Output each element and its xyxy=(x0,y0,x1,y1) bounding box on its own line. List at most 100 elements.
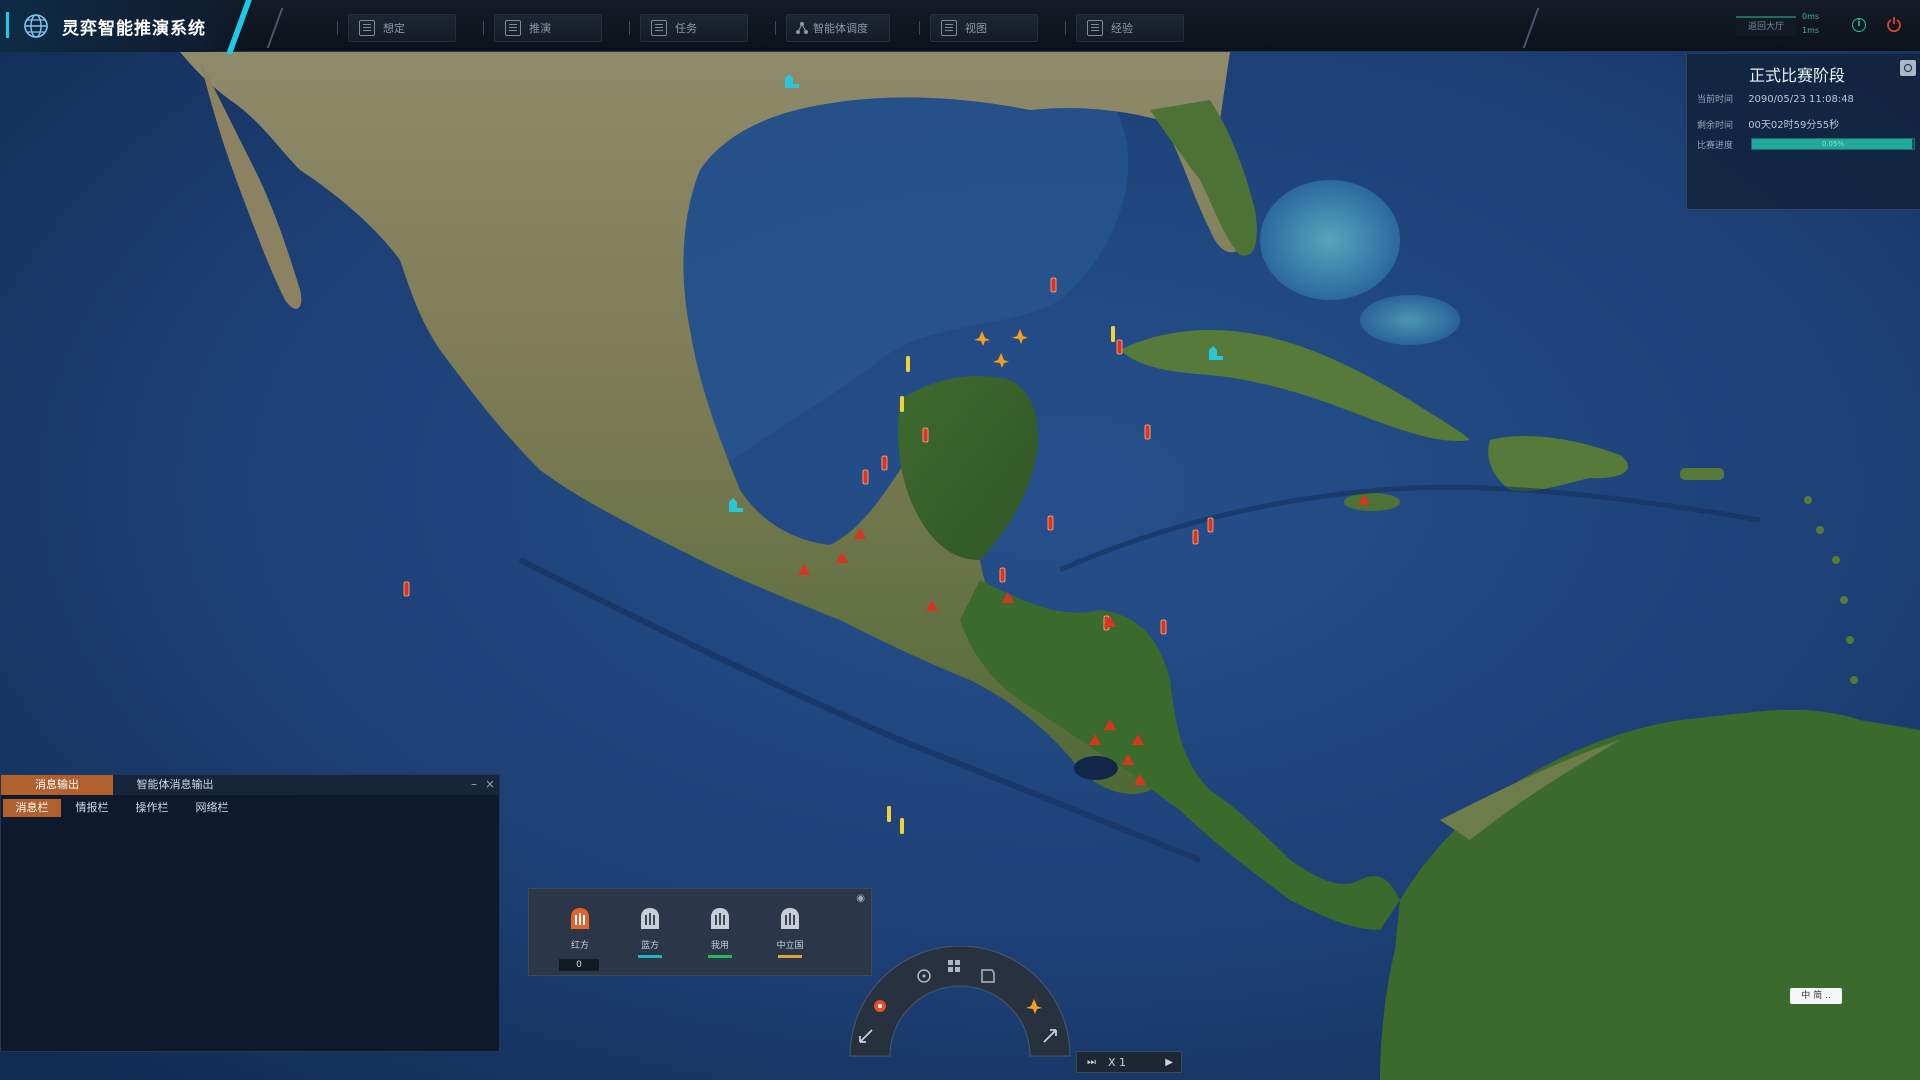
message-panel: 消息输出 智能体消息输出 – × 消息栏 情报栏 操作栏 网络栏 xyxy=(0,774,500,1052)
menu-scenario[interactable]: 想定 xyxy=(337,14,456,42)
yellow-unit-marker[interactable] xyxy=(900,818,904,834)
contest-title: 正式比赛阶段 xyxy=(1748,66,1845,85)
map-language-toggle[interactable]: 中 简 .. xyxy=(1790,988,1842,1004)
faction-neutral[interactable]: 中立国 xyxy=(765,907,815,958)
info-icon[interactable]: i xyxy=(1852,18,1866,32)
current-time-value: 2090/05/23 11:08:48 xyxy=(1748,94,1854,105)
red-faction-count: 0 xyxy=(559,959,599,971)
faction-label: 中立国 xyxy=(776,941,804,951)
contest-progress-bar: 0.05% xyxy=(1751,138,1915,150)
progress-label: 比赛进度 xyxy=(1697,141,1734,151)
red-asset-icon[interactable] xyxy=(874,1000,886,1012)
red-unit-marker[interactable] xyxy=(862,469,869,485)
ping-readout: 0ms 1ms xyxy=(1802,10,1819,38)
faction-label: 红方 xyxy=(570,941,589,951)
yellow-unit-marker[interactable] xyxy=(887,806,891,822)
menu-label: 想定 xyxy=(383,22,405,35)
red-unit-marker[interactable] xyxy=(922,427,929,443)
bahamas-shelf xyxy=(1360,295,1460,345)
yellow-unit-marker[interactable] xyxy=(1111,326,1115,342)
progress-row: 比赛进度 xyxy=(1697,138,1745,151)
faction-red[interactable]: 红方 xyxy=(555,907,605,951)
playback-speed[interactable]: X 1 xyxy=(1108,1056,1126,1069)
faction-label: 我用 xyxy=(710,941,729,951)
subtab-network-bar[interactable]: 网络栏 xyxy=(183,799,241,817)
land-jamaica xyxy=(1344,493,1400,511)
logo-accent xyxy=(6,12,9,38)
menu-agent-dispatch[interactable]: 智能体调度 xyxy=(775,14,890,42)
red-faction-icon xyxy=(571,908,589,929)
remaining-time-label: 剩余时间 xyxy=(1697,121,1734,131)
eye-icon[interactable]: ◉ xyxy=(856,893,865,904)
menu-experience[interactable]: 经验 xyxy=(1065,14,1184,42)
menu-view[interactable]: 视图 xyxy=(919,14,1038,42)
red-unit-marker[interactable] xyxy=(881,455,888,471)
ally-faction-icon xyxy=(711,908,729,929)
menu-label: 任务 xyxy=(675,22,697,35)
simulation-icon xyxy=(505,20,521,36)
top-bar: 灵弈智能推演系统 想定 推演 任务 智能体调度 视图 经验 返回大厅 0ms 1… xyxy=(0,0,1920,54)
faction-blue[interactable]: 蓝方 xyxy=(625,907,675,958)
blue-faction-icon xyxy=(641,908,659,929)
power-icon[interactable] xyxy=(1886,16,1902,32)
yellow-unit-marker[interactable] xyxy=(900,396,904,412)
minimize-button[interactable]: – xyxy=(471,777,477,791)
playback-bar: ⏭ X 1 ▶ xyxy=(1076,1051,1182,1073)
task-icon xyxy=(651,20,667,36)
ping-bottom: 1ms xyxy=(1802,26,1820,35)
faction-ally[interactable]: 我用 xyxy=(695,907,745,958)
neutral-faction-icon xyxy=(781,908,799,929)
red-unit-marker[interactable] xyxy=(1047,515,1054,531)
subtab-operation-bar[interactable]: 操作栏 xyxy=(123,799,181,817)
faction-color-bar xyxy=(778,955,802,958)
experience-icon xyxy=(1087,20,1103,36)
scenario-icon xyxy=(359,20,375,36)
red-unit-marker[interactable] xyxy=(1207,517,1214,533)
tab-agent-message-output[interactable]: 智能体消息输出 xyxy=(113,775,237,795)
faction-color-bar xyxy=(638,955,662,958)
menu-label: 智能体调度 xyxy=(813,22,868,35)
play-icon[interactable]: ▶ xyxy=(1165,1057,1173,1068)
remaining-time-row: 剩余时间 00天02时59分55秒 xyxy=(1697,116,1839,131)
red-unit-marker[interactable] xyxy=(1116,339,1123,355)
red-unit-marker[interactable] xyxy=(1192,529,1199,545)
fast-forward-icon[interactable]: ⏭ xyxy=(1087,1057,1096,1068)
menu-simulation[interactable]: 推演 xyxy=(483,14,602,42)
clock-icon[interactable] xyxy=(1900,60,1916,76)
red-unit-marker[interactable] xyxy=(1050,277,1057,293)
current-time-label: 当前时间 xyxy=(1697,95,1734,105)
contest-status-panel: 正式比赛阶段 当前时间 2090/05/23 11:08:48 剩余时间 00天… xyxy=(1686,54,1920,210)
globe-icon xyxy=(24,14,48,38)
tool-dial xyxy=(849,946,1071,1057)
red-unit-marker[interactable] xyxy=(403,581,410,597)
land-puerto-rico xyxy=(1680,468,1724,480)
ping-top: 0ms xyxy=(1802,12,1820,21)
faction-panel: ◉ 红方 蓝方 我用 中立国 0 xyxy=(528,888,872,976)
bahamas-shelf xyxy=(1260,180,1400,300)
red-unit-marker[interactable] xyxy=(999,567,1006,583)
remaining-time-value: 00天02时59分55秒 xyxy=(1748,120,1840,131)
menu-task[interactable]: 任务 xyxy=(629,14,748,42)
faction-color-bar xyxy=(708,955,732,958)
menu-divider xyxy=(266,8,284,48)
progress-text: 0.05% xyxy=(1821,140,1845,148)
message-tab-bar: 消息输出 智能体消息输出 – × xyxy=(1,775,499,795)
view-icon xyxy=(941,20,957,36)
close-button[interactable]: × xyxy=(485,777,495,791)
yellow-unit-marker[interactable] xyxy=(906,356,910,372)
subtab-intel-bar[interactable]: 情报栏 xyxy=(63,799,121,817)
menu-label: 经验 xyxy=(1111,22,1133,35)
agent-network-icon xyxy=(796,22,808,34)
app-title: 灵弈智能推演系统 xyxy=(62,19,206,39)
faction-label: 蓝方 xyxy=(640,941,659,951)
red-unit-marker[interactable] xyxy=(1144,424,1151,440)
return-hall-button[interactable]: 返回大厅 xyxy=(1736,16,1796,36)
tab-message-output[interactable]: 消息输出 xyxy=(1,775,113,795)
red-unit-marker[interactable] xyxy=(1160,619,1167,635)
menu-label: 视图 xyxy=(965,22,987,35)
current-time-row: 当前时间 2090/05/23 11:08:48 xyxy=(1697,92,1854,105)
subtab-message-bar[interactable]: 消息栏 xyxy=(3,799,61,817)
menu-label: 推演 xyxy=(529,22,551,35)
menu-divider xyxy=(1522,8,1540,48)
lake-nicaragua xyxy=(1074,756,1118,780)
